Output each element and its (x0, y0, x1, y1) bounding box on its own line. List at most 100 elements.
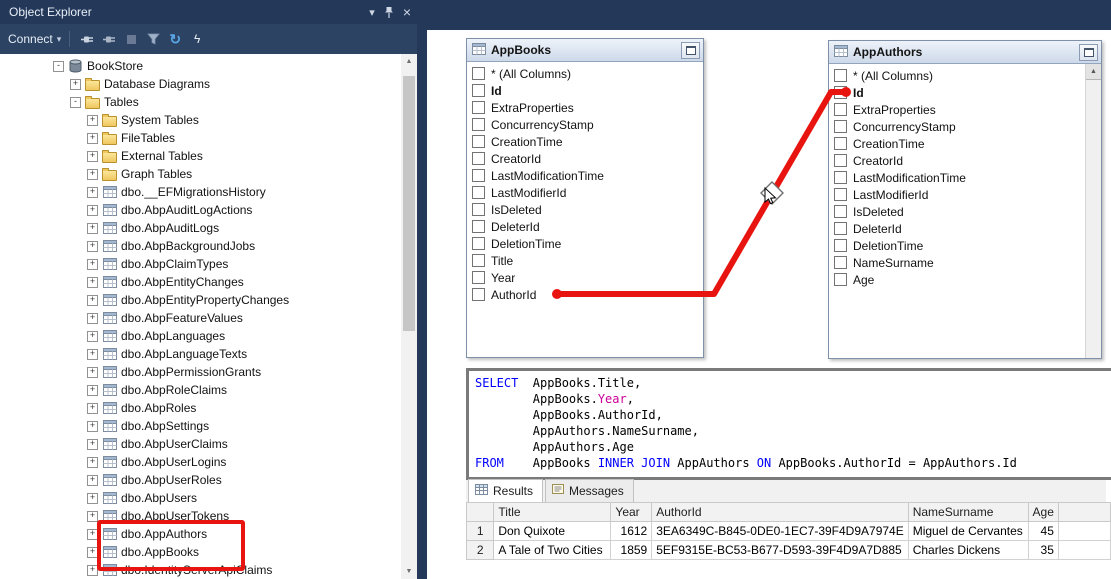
table-window-titlebar[interactable]: AppBooks (467, 39, 703, 62)
column-item[interactable]: Id (467, 82, 703, 99)
expand-icon[interactable]: + (70, 78, 81, 90)
expand-icon[interactable]: + (87, 330, 98, 342)
column-item[interactable]: IsDeleted (467, 201, 703, 218)
column-checkbox[interactable] (834, 86, 847, 99)
expand-icon[interactable]: + (87, 564, 98, 576)
grid-corner-cell[interactable] (465, 502, 495, 522)
column-checkbox[interactable] (834, 205, 847, 218)
tree-item-dbo-abpentitychanges[interactable]: + dbo.AbpEntityChanges (0, 273, 401, 291)
tree-item-dbo-abplanguages[interactable]: + dbo.AbpLanguages (0, 327, 401, 345)
column-item[interactable]: LastModifierId (829, 186, 1086, 203)
table-window-appbooks[interactable]: AppBooks * (All Columns) Id ExtraPropertie… (466, 38, 704, 358)
filter-icon[interactable] (144, 30, 162, 48)
column-item[interactable]: DeleterId (829, 220, 1086, 237)
expand-icon[interactable]: + (87, 348, 98, 360)
column-item[interactable]: CreationTime (829, 135, 1086, 152)
column-item[interactable]: ExtraProperties (467, 99, 703, 116)
column-header-age[interactable]: Age (1027, 502, 1059, 522)
expand-icon[interactable]: + (87, 384, 98, 396)
expand-icon[interactable]: + (87, 510, 98, 522)
expand-icon[interactable]: + (87, 420, 98, 432)
tree-item-graph-tables[interactable]: + Graph Tables (0, 165, 401, 183)
expand-icon[interactable]: + (87, 546, 98, 558)
tree-item-dbo-abpauditlogs[interactable]: + dbo.AbpAuditLogs (0, 219, 401, 237)
column-checkbox[interactable] (472, 220, 485, 233)
table-window-appauthors[interactable]: AppAuthors * (All Columns) Id ExtraPropert… (828, 40, 1102, 359)
column-item[interactable]: Title (467, 252, 703, 269)
tree-item-dbo-abpentitypropertychanges[interactable]: + dbo.AbpEntityPropertyChanges (0, 291, 401, 309)
column-checkbox[interactable] (834, 154, 847, 167)
tree-item-dbo-abplanguagetexts[interactable]: + dbo.AbpLanguageTexts (0, 345, 401, 363)
column-checkbox[interactable] (834, 120, 847, 133)
tree-item-dbo-appbooks[interactable]: + dbo.AppBooks (0, 543, 401, 561)
column-list-scrollbar[interactable]: ▲ (1085, 64, 1101, 358)
expand-icon[interactable]: + (87, 294, 98, 306)
tree-item-dbo-abpuserclaims[interactable]: + dbo.AbpUserClaims (0, 435, 401, 453)
column-header-namesurname[interactable]: NameSurname (907, 502, 1029, 522)
column-checkbox[interactable] (472, 186, 485, 199)
tree-item-dbo-abproles[interactable]: + dbo.AbpRoles (0, 399, 401, 417)
column-item[interactable]: CreationTime (467, 133, 703, 150)
column-checkbox[interactable] (472, 203, 485, 216)
column-item[interactable]: DeleterId (467, 218, 703, 235)
column-item[interactable]: Year (467, 269, 703, 286)
tree-item-dbo-abpsettings[interactable]: + dbo.AbpSettings (0, 417, 401, 435)
column-header-title[interactable]: Title (493, 502, 612, 522)
tree-item-dbo-abpuserroles[interactable]: + dbo.AbpUserRoles (0, 471, 401, 489)
collapse-icon[interactable]: - (53, 60, 64, 72)
tree-item-dbo-identityserverapiclaims[interactable]: + dbo.IdentityServerApiClaims (0, 561, 401, 579)
column-checkbox[interactable] (472, 271, 485, 284)
column-item[interactable]: AuthorId (467, 286, 703, 303)
column-checkbox[interactable] (834, 103, 847, 116)
expand-icon[interactable]: + (87, 186, 98, 198)
refresh-icon[interactable]: ↻ (166, 30, 184, 48)
column-item[interactable]: LastModifierId (467, 184, 703, 201)
tree-item-dbo-abpuserlogins[interactable]: + dbo.AbpUserLogins (0, 453, 401, 471)
expand-icon[interactable]: + (87, 312, 98, 324)
column-checkbox[interactable] (834, 222, 847, 235)
column-checkbox[interactable] (834, 273, 847, 286)
column-item[interactable]: DeletionTime (829, 237, 1086, 254)
expand-icon[interactable]: + (87, 114, 98, 126)
column-item[interactable]: Id (829, 84, 1086, 101)
column-item[interactable]: ExtraProperties (829, 101, 1086, 118)
column-checkbox[interactable] (472, 169, 485, 182)
result-cell[interactable]: 5EF9315E-BC53-B677-D593-39F4D9A7D885 (651, 540, 909, 560)
result-cell[interactable]: Miguel de Cervantes (907, 521, 1029, 541)
expand-icon[interactable]: + (87, 258, 98, 270)
tree-item-bookstore[interactable]: - BookStore (0, 57, 401, 75)
column-item[interactable]: DeletionTime (467, 235, 703, 252)
row-number[interactable]: 2 (465, 540, 495, 560)
expand-icon[interactable]: + (87, 474, 98, 486)
result-cell[interactable]: Don Quixote (493, 521, 612, 541)
expand-icon[interactable]: + (87, 492, 98, 504)
object-explorer-titlebar[interactable]: Object Explorer ▾ × (0, 0, 417, 24)
connect-plug-icon[interactable] (78, 30, 96, 48)
activity-monitor-icon[interactable]: ϟ (188, 30, 206, 48)
column-checkbox[interactable] (472, 254, 485, 267)
collapse-icon[interactable]: - (70, 96, 81, 108)
scroll-up-icon[interactable]: ▲ (1086, 64, 1101, 80)
close-icon[interactable]: × (403, 4, 411, 20)
result-cell[interactable]: A Tale of Two Cities (493, 540, 612, 560)
column-checkbox[interactable] (472, 135, 485, 148)
window-options-chevron-icon[interactable]: ▾ (369, 6, 375, 19)
column-header-year[interactable]: Year (610, 502, 653, 522)
expand-icon[interactable]: + (87, 366, 98, 378)
tree-item-system-tables[interactable]: + System Tables (0, 111, 401, 129)
column-item[interactable]: IsDeleted (829, 203, 1086, 220)
tree-item-filetables[interactable]: + FileTables (0, 129, 401, 147)
expand-icon[interactable]: + (87, 150, 98, 162)
column-checkbox[interactable] (834, 239, 847, 252)
scroll-down-icon[interactable]: ▼ (401, 564, 417, 579)
expand-icon[interactable]: + (87, 402, 98, 414)
tree-item-dbo-abpauditlogactions[interactable]: + dbo.AbpAuditLogActions (0, 201, 401, 219)
minimize-button[interactable] (1079, 43, 1098, 61)
tree-item-tables[interactable]: - Tables (0, 93, 401, 111)
scrollbar-thumb[interactable] (403, 76, 415, 331)
column-checkbox[interactable] (472, 288, 485, 301)
column-checkbox[interactable] (834, 137, 847, 150)
expand-icon[interactable]: + (87, 438, 98, 450)
expand-icon[interactable]: + (87, 168, 98, 180)
tab-results[interactable]: Results (468, 479, 544, 502)
